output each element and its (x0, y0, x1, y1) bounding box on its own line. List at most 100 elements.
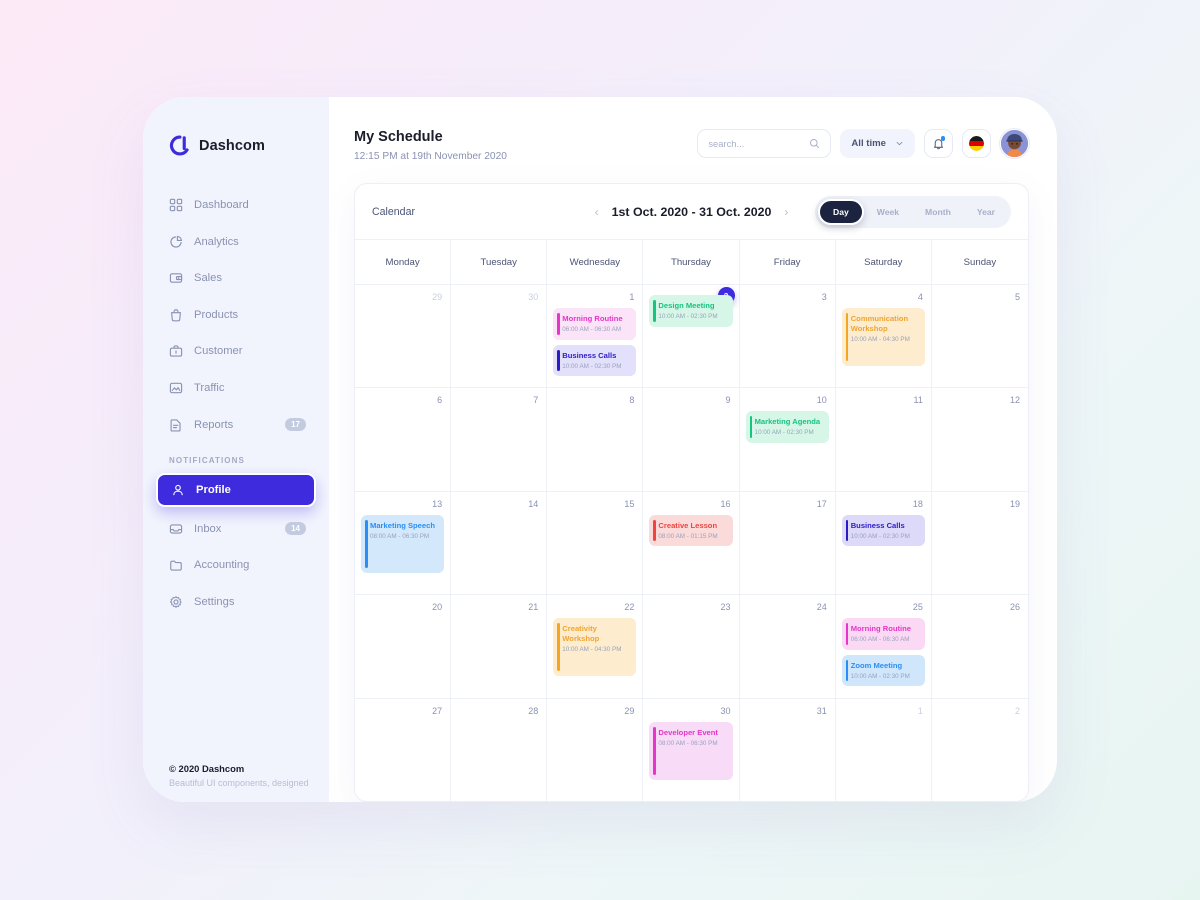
calendar-day-number: 28 (528, 705, 539, 716)
calendar-event[interactable]: Communication Workshop 10:00 AM - 04:30 P… (841, 308, 925, 366)
view-tab-year[interactable]: Year (964, 201, 1008, 223)
event-color-bar (845, 623, 849, 645)
calendar-day-cell[interactable]: 16 Creative Lesson 08:00 AM - 01:15 PM (643, 491, 740, 595)
sidebar-item-label: Traffic (194, 381, 225, 394)
sidebar-item-label: Customer (194, 345, 243, 358)
calendar-day-cell[interactable]: 2Design Meeting10:00 AM - 02:30 PM (643, 285, 740, 388)
calendar-day-number: 22 (624, 602, 635, 613)
calendar-day-cell[interactable]: 31 (740, 698, 836, 801)
calendar-day-cell[interactable]: 23 (643, 595, 740, 698)
calendar-day-cell[interactable]: 24 (740, 595, 836, 698)
calendar-day-cell[interactable]: 21 (451, 595, 548, 698)
calendar-event[interactable]: Marketing Speech 08:00 AM - 06:30 PM (361, 514, 445, 573)
calendar-day-cell[interactable]: 30 (451, 285, 548, 388)
calendar-day-number: 1 (629, 292, 635, 302)
calendar-day-number: 3 (821, 292, 827, 302)
sidebar-item-accounting[interactable]: Accounting (156, 550, 316, 580)
calendar-day-cell[interactable]: 11 (836, 388, 932, 491)
chevron-down-icon (896, 141, 903, 146)
calendar-event[interactable]: Business Calls 10:00 AM - 02:30 PM (553, 344, 637, 377)
calendar-day-events: Morning Routine 06:00 AM - 06:30 AM Busine… (553, 308, 637, 377)
search-icon (810, 139, 820, 148)
calendar-day-cell[interactable]: 27 (355, 698, 452, 801)
view-tab-day[interactable]: Day (817, 198, 864, 225)
brand[interactable]: Dashcom (143, 125, 329, 156)
calendar-day-events: Developer Event 08:00 AM - 06:30 PM (649, 721, 733, 780)
calendar-day-cell[interactable]: 26 (932, 595, 1028, 697)
search-box[interactable] (697, 129, 832, 158)
all-time-dropdown[interactable]: All time (840, 129, 915, 158)
calendar-day-cell[interactable]: 14 (451, 491, 548, 595)
calendar-event[interactable]: Morning Routine 06:00 AM - 06:30 AM (841, 618, 925, 650)
calendar-day-events: Communication Workshop 10:00 AM - 04:30 P… (841, 308, 925, 366)
event-title: Design Meeting (658, 301, 715, 310)
top-controls: All time (697, 129, 1029, 158)
calendar-event[interactable]: Creativity Workshop 10:00 AM - 04:30 PM (553, 618, 637, 677)
calendar-day-cell[interactable]: 18 Business Calls 10:00 AM - 02:30 PM (836, 491, 932, 595)
view-tab-week[interactable]: Week (864, 201, 912, 223)
sidebar-item-settings[interactable]: Settings (156, 587, 316, 617)
avatar[interactable] (1000, 129, 1029, 158)
calendar-day-cell[interactable]: 1 (836, 698, 932, 801)
calendar-event[interactable]: Design Meeting 10:00 AM - 02:30 PM (649, 295, 733, 327)
calendar-event[interactable]: Business Calls 10:00 AM - 02:30 PM (841, 514, 925, 547)
calendar-week-row: 20 21 22 Creativity Workshop 10:00 AM - 04:3… (355, 594, 1028, 698)
sidebar-item-dashboard[interactable]: Dashboard (156, 190, 316, 220)
chevron-left-icon[interactable]: ‹ (595, 205, 599, 219)
calendar-day-cell[interactable]: 2 (932, 699, 1028, 801)
calendar-day-cell[interactable]: 29 (547, 698, 644, 801)
calendar-day-number: 15 (624, 498, 635, 509)
calendar-day-cell[interactable]: 10 Marketing Agenda 10:00 AM - 02:30 PM (740, 388, 836, 491)
calendar-day-cell[interactable]: 29 (355, 285, 452, 388)
sidebar-item-customer[interactable]: Customer (156, 336, 316, 366)
sidebar-item-label: Profile (196, 484, 231, 497)
day-of-week-sunday: Sunday (963, 256, 997, 268)
calendar-day-cell[interactable]: 20 (355, 595, 452, 698)
calendar-day-cell[interactable]: 3 (740, 285, 836, 388)
calendar-day-number: 23 (720, 602, 731, 613)
calendar-day-number: 31 (816, 705, 827, 716)
sidebar-item-products[interactable]: Products (156, 300, 316, 330)
calendar-day-cell[interactable]: 25 Morning Routine 06:00 AM - 06:30 AM Zoom… (836, 595, 932, 698)
calendar-day-cell[interactable]: 13 Marketing Speech 08:00 AM - 06:30 PM (355, 491, 452, 595)
calendar-day-cell[interactable]: 9 (643, 388, 740, 491)
calendar-day-events: Marketing Speech 08:00 AM - 06:30 PM (361, 514, 445, 573)
calendar-day-cell[interactable]: 19 (932, 492, 1028, 594)
sidebar-item-analytics[interactable]: Analytics (156, 227, 316, 257)
page-title: My Schedule (354, 129, 443, 145)
calendar-event[interactable]: Creative Lesson 08:00 AM - 01:15 PM (649, 514, 733, 547)
calendar-event[interactable]: Zoom Meeting 10:00 AM - 02:30 PM (841, 654, 925, 687)
calendar-day-cell[interactable]: 6 (355, 388, 452, 491)
sidebar-item-profile[interactable]: Profile (156, 473, 316, 508)
calendar-day-cell[interactable]: 5 (932, 285, 1028, 387)
calendar-event[interactable]: Developer Event 08:00 AM - 06:30 PM (649, 721, 733, 780)
search-input[interactable] (708, 138, 804, 149)
calendar-day-cell[interactable]: 17 (740, 491, 836, 595)
calendar-day-number: 20 (432, 602, 443, 613)
sidebar-item-sales[interactable]: Sales (156, 263, 316, 293)
calendar-day-cell[interactable]: 22 Creativity Workshop 10:00 AM - 04:30 PM (547, 595, 644, 698)
sidebar-item-traffic[interactable]: Traffic (156, 373, 316, 403)
calendar-day-cell[interactable]: 8 (547, 388, 644, 491)
calendar-day-cell[interactable]: 1 Morning Routine 06:00 AM - 06:30 AM Busin… (547, 285, 644, 388)
sidebar-item-label: Dashboard (194, 199, 249, 211)
calendar-day-cell[interactable]: 12 (932, 388, 1028, 490)
calendar-day-number: 17 (816, 498, 827, 509)
event-title: Morning Routine (562, 314, 623, 323)
sidebar-item-reports[interactable]: Reports 17 (156, 410, 316, 440)
calendar-day-cell[interactable]: 7 (451, 388, 548, 491)
language-button[interactable] (962, 129, 991, 158)
calendar-event[interactable]: Marketing Agenda 10:00 AM - 02:30 PM (745, 411, 829, 443)
event-color-bar (653, 726, 657, 775)
event-title: Creative Lesson (658, 520, 718, 530)
calendar-day-number: 8 (629, 395, 635, 406)
calendar-day-cell[interactable]: 30 Developer Event 08:00 AM - 06:30 PM (643, 698, 740, 801)
calendar-event[interactable]: Morning Routine 06:00 AM - 06:30 AM (553, 308, 637, 340)
view-tab-month[interactable]: Month (912, 201, 964, 223)
sidebar-item-inbox[interactable]: Inbox 14 (156, 514, 316, 544)
chevron-right-icon[interactable]: › (784, 205, 788, 219)
calendar-day-cell[interactable]: 15 (547, 491, 644, 595)
notifications-button[interactable] (924, 129, 953, 158)
calendar-day-cell[interactable]: 28 (451, 698, 548, 801)
calendar-day-cell[interactable]: 4 Communication Workshop 10:00 AM - 04:30 … (836, 285, 932, 388)
